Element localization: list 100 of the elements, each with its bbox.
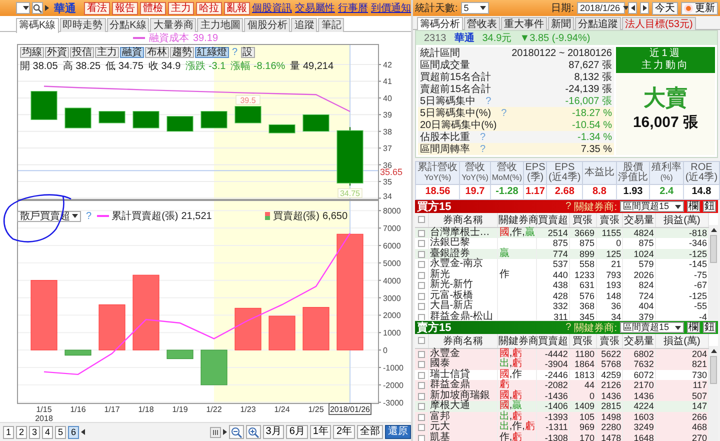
stat-label: 買超前15名合計	[420, 70, 492, 84]
column-header: 券商名稱	[428, 213, 498, 228]
quote-value: 漲幅 -8.16%	[230, 60, 286, 73]
column-header: 營收	[496, 162, 518, 173]
filter-label: 關鍵券商:	[574, 322, 617, 334]
quote-value: 低 34.75	[106, 60, 144, 73]
column-header: 交易量	[622, 213, 656, 228]
trend-period: 近1週	[650, 48, 682, 60]
column-header: 賣張	[596, 213, 623, 228]
column-header: 買賣超	[536, 213, 570, 228]
axis-label: 38	[383, 127, 392, 136]
filter-label: 關鍵券商:	[574, 200, 617, 214]
price-label: 35.65	[380, 167, 403, 178]
column-unit: (%)	[659, 172, 674, 183]
quote-value: 高 38.25	[62, 60, 101, 73]
axis-label: -2000	[383, 380, 404, 390]
axis-label: 0	[383, 346, 388, 356]
axis-label: 36	[383, 160, 392, 170]
low-label: 34.75	[338, 188, 362, 198]
column-unit: (季)	[526, 172, 545, 183]
stock-code: 2313	[424, 32, 446, 44]
column-header: 賣張	[596, 334, 623, 348]
column-unit: (近4季)	[548, 172, 582, 183]
stat-label: 20日籌碼集中(%)	[420, 118, 497, 132]
quote-value: 量 49,214	[290, 60, 334, 73]
trend-title: 主力動向	[642, 60, 690, 72]
column-header: EPS	[554, 162, 575, 173]
axis-label: 1/18	[138, 405, 154, 414]
crosshair-date-label: 2018/01/26	[328, 403, 372, 415]
legend-value: 21,521	[181, 210, 212, 222]
column-header: 交易量	[622, 334, 656, 348]
panel-title: 買方15	[417, 200, 452, 214]
trend-amount: 16,007 張	[632, 113, 698, 132]
column-header: 券商名稱	[428, 334, 498, 348]
stat-label: 賣超前15名合計	[420, 82, 492, 96]
column-header: EPS	[524, 162, 546, 173]
stat-value: 7.35 %	[580, 144, 612, 154]
axis-label: 37	[383, 144, 392, 154]
column-header: ROE	[690, 162, 712, 173]
column-header: 營收	[464, 162, 486, 173]
axis-label: 6000	[383, 241, 401, 250]
axis-label: 2000	[383, 311, 401, 320]
axis-label: 4000	[383, 276, 401, 286]
column-header: 關鍵券商	[498, 334, 537, 348]
stat-value: 87,627 張	[568, 59, 612, 72]
stock-name: 華通	[54, 2, 76, 16]
column-unit: MoM(%)	[490, 172, 524, 183]
table-cell: 170	[569, 432, 596, 441]
stat-label: 佔股本比重	[420, 130, 470, 144]
stat-label: 統計區間	[420, 46, 460, 60]
column-header: 損益(萬)	[655, 213, 709, 228]
broker-name: 凱基	[428, 432, 498, 441]
axis-label: -3000	[383, 398, 404, 408]
stock-name: 華通	[454, 32, 474, 45]
axis-label: 1/15	[36, 405, 52, 414]
axis-label: 7000	[383, 224, 401, 234]
stat-label: 5日籌碼集中	[420, 94, 476, 108]
stat-value: 20180122 ~ 20180126	[512, 48, 612, 58]
column-header: 損益(萬)	[655, 334, 709, 348]
axis-label: 2018	[35, 414, 53, 422]
legend-label: 融資成本	[148, 32, 189, 45]
table-cell: 1478	[596, 432, 623, 441]
column-unit: 淨值比	[617, 172, 650, 183]
axis-label: 34	[383, 192, 392, 201]
axis-label: 8000	[383, 206, 401, 216]
stat-label: 5日籌碼集中(%)	[420, 106, 492, 120]
table-cell: -1308	[536, 432, 570, 441]
stat-label: 區間成交量	[420, 58, 470, 72]
column-header: 累計營收	[416, 162, 459, 173]
column-header: 本益比	[583, 168, 616, 178]
stat-value: -24,139 張	[565, 83, 612, 96]
column-header: 關鍵券商	[498, 213, 537, 228]
axis-label: 1/24	[274, 405, 290, 414]
stock-price: 34.9元	[482, 32, 512, 45]
panel-title: 賣方15	[417, 321, 452, 335]
column-unit: YoY(%)	[423, 172, 452, 183]
stat-value: 8,132 張	[574, 71, 612, 84]
axis-label: 1/25	[308, 405, 324, 414]
column-header: 買張	[569, 334, 596, 348]
axis-label: 1/16	[70, 405, 86, 414]
legend-value: 39.19	[192, 32, 218, 44]
quote-value: 漲跌 -3.1	[186, 60, 226, 73]
axis-label: 35	[383, 177, 392, 186]
stat-value: -10.54 %	[572, 120, 612, 130]
axis-label: 1/19	[172, 405, 188, 414]
column-unit: (近4季)	[684, 172, 719, 183]
axis-label: 42	[383, 60, 392, 70]
legend-label: 買賣超(張)	[272, 210, 320, 223]
stat-value: -18.27 %	[572, 108, 612, 118]
column-header: 買張	[569, 213, 596, 228]
axis-label: 1/17	[104, 405, 120, 414]
stat-value: -1.34 %	[578, 132, 612, 142]
table-cell: 1648	[622, 432, 656, 441]
axis-label: 41	[383, 77, 392, 86]
axis-label: 1/23	[240, 405, 256, 414]
axis-label: 1/22	[206, 405, 222, 414]
axis-label: 5000	[383, 258, 401, 268]
legend-value: 6,650	[322, 210, 348, 222]
column-header: 買賣超	[536, 334, 570, 348]
quote-value: 收 34.9	[148, 60, 181, 73]
